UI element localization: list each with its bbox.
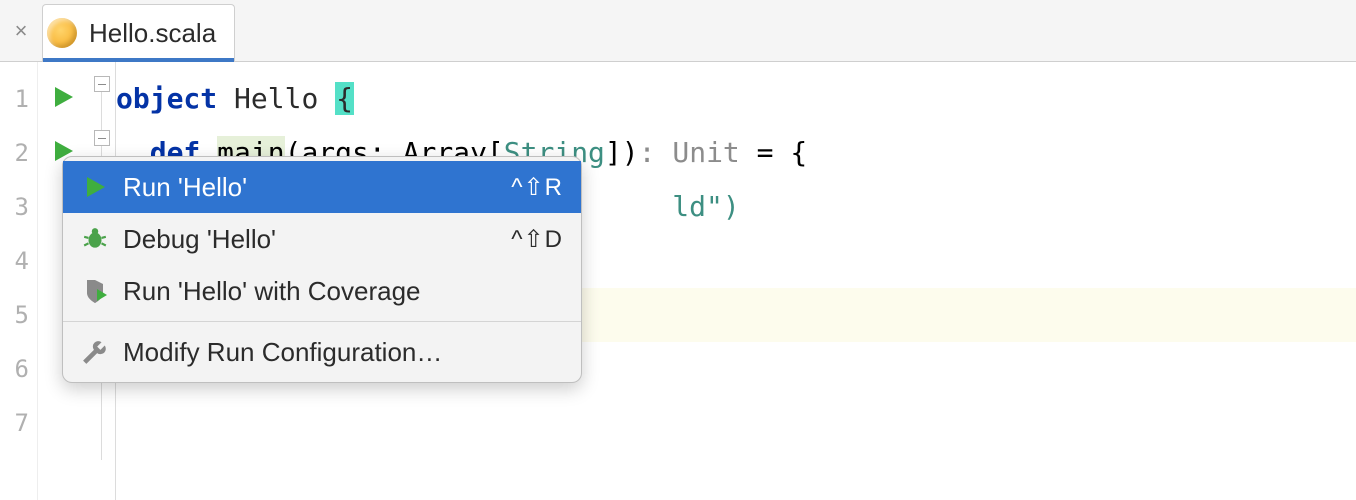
line-number: 3: [0, 180, 37, 234]
line-number: 4: [0, 234, 37, 288]
file-tab-label: Hello.scala: [89, 18, 216, 49]
line-number: 5: [0, 288, 37, 342]
coverage-icon: [81, 277, 109, 305]
wrench-icon: [81, 338, 109, 366]
fold-toggle[interactable]: [94, 76, 110, 92]
run-gutter-icon[interactable]: [51, 85, 75, 113]
line-number: 1: [0, 72, 37, 126]
menu-item-modify-config[interactable]: Modify Run Configuration…: [63, 326, 581, 378]
menu-item-label: Run 'Hello' with Coverage: [123, 276, 563, 307]
code-line[interactable]: object Hello {: [116, 72, 1356, 126]
close-icon[interactable]: ×: [12, 22, 30, 40]
menu-item-debug[interactable]: Debug 'Hello' ^⇧D: [63, 213, 581, 265]
fold-toggle[interactable]: [94, 130, 110, 146]
menu-item-label: Run 'Hello': [123, 172, 497, 203]
line-number-gutter: 1 2 3 4 5 6 7: [0, 62, 38, 500]
run-context-menu: Run 'Hello' ^⇧R Debug 'Hello' ^⇧D Run 'H…: [62, 156, 582, 383]
menu-item-shortcut: ^⇧D: [511, 225, 563, 254]
menu-item-shortcut: ^⇧R: [511, 173, 563, 202]
line-number: 7: [0, 396, 37, 450]
menu-item-run[interactable]: Run 'Hello' ^⇧R: [63, 161, 581, 213]
menu-separator: [63, 321, 581, 322]
file-tab[interactable]: Hello.scala: [42, 4, 235, 62]
tab-bar: × Hello.scala: [0, 0, 1356, 62]
run-icon: [81, 173, 109, 201]
line-number: 6: [0, 342, 37, 396]
menu-item-label: Debug 'Hello': [123, 224, 497, 255]
line-number: 2: [0, 126, 37, 180]
scala-file-icon: [47, 18, 77, 48]
code-line[interactable]: [116, 396, 1356, 450]
bug-icon: [81, 225, 109, 253]
menu-item-label: Modify Run Configuration…: [123, 337, 563, 368]
menu-item-coverage[interactable]: Run 'Hello' with Coverage: [63, 265, 581, 317]
